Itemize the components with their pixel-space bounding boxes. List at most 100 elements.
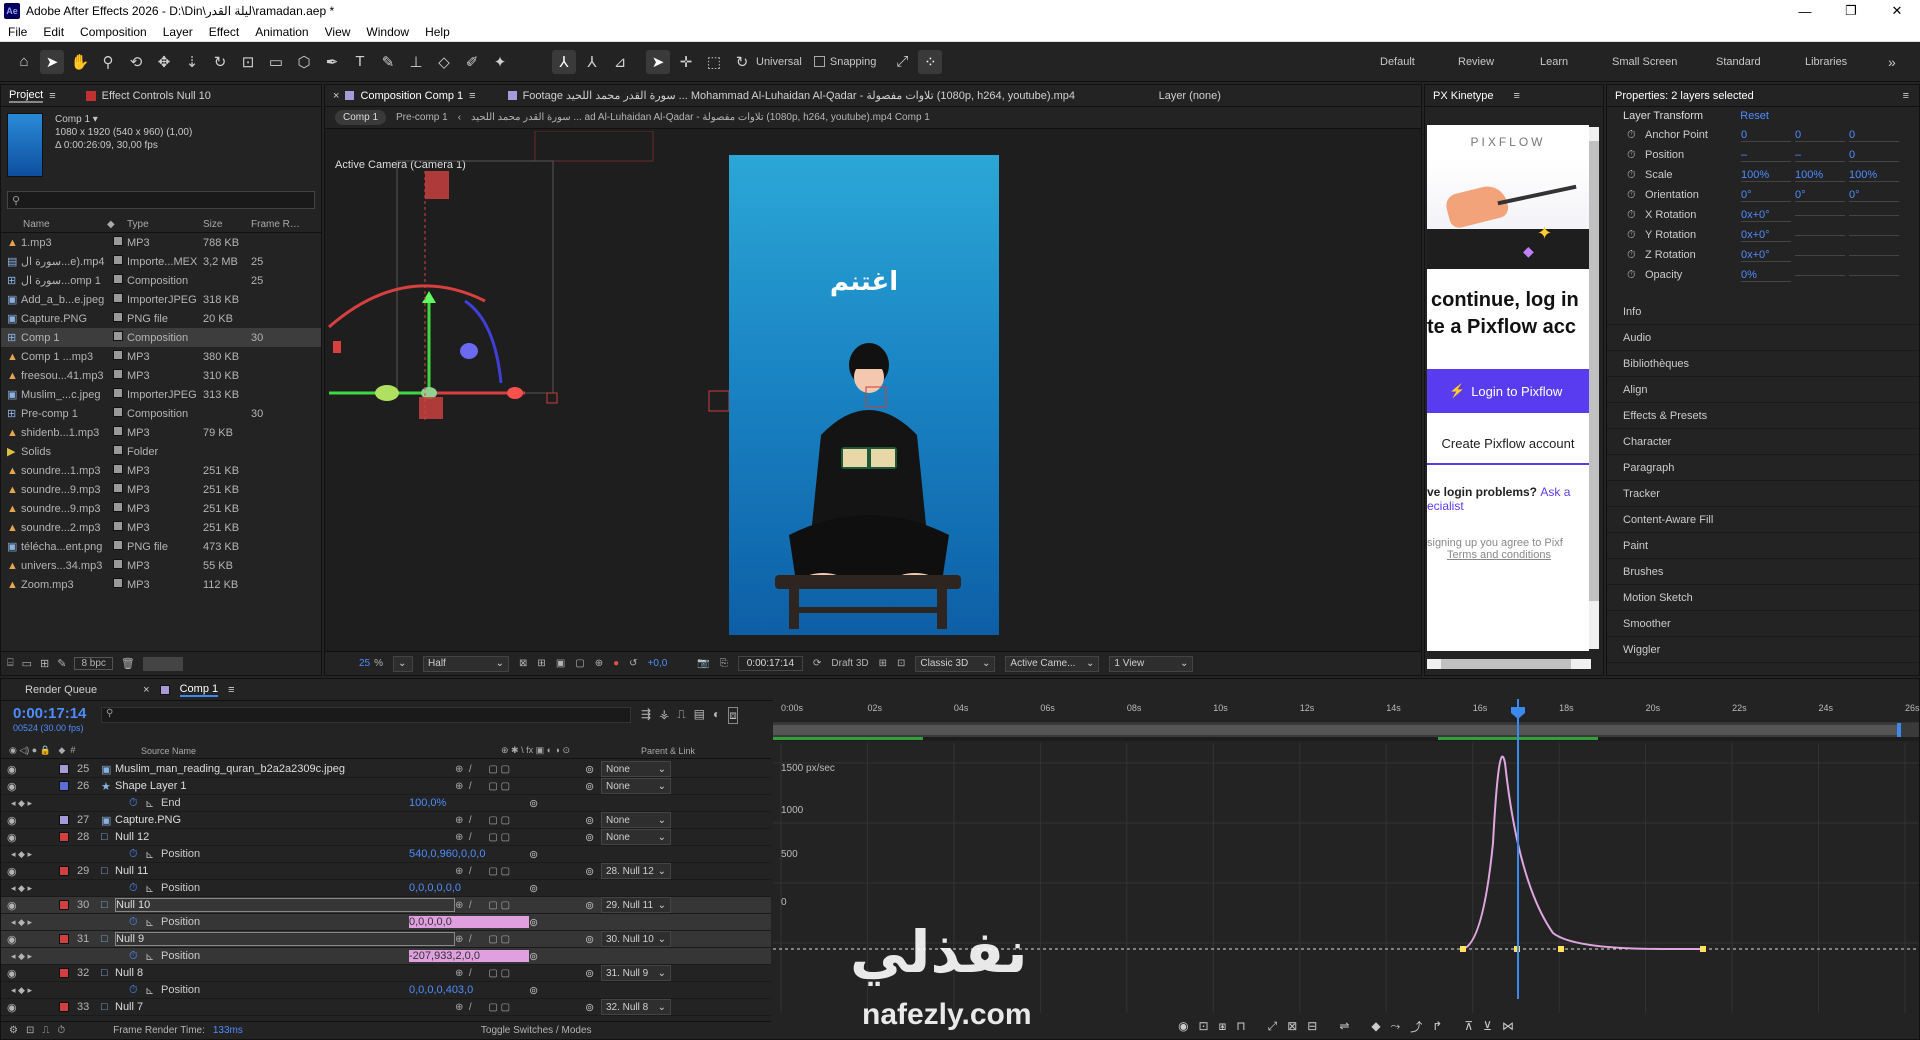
property-row[interactable]: ◂ ◆ ▸ ⏱ ⊾ Position 0,0,0,0,0 ⊚	[1, 914, 771, 931]
layer-switches[interactable]: ⊕ / ▢ ▢	[455, 866, 585, 877]
keyframe-nav-icon[interactable]: ◂ ◆ ▸	[1, 951, 59, 962]
layer-row[interactable]: ◉ 25 ▣ Muslim_man_reading_quran_b2a2a2309c.…	[1, 761, 771, 778]
layer-name[interactable]: Null 9	[115, 932, 455, 946]
separate-dimensions-icon[interactable]: ⊟	[1307, 1019, 1317, 1033]
show-transform-box-icon[interactable]: ⧆	[1219, 1019, 1227, 1034]
layer-row[interactable]: ◉ 30 □ Null 10 ⊕ / ▢ ▢ ⊚ 29. Null 11 ⌄	[1, 897, 771, 914]
fast-previews-icon[interactable]: ⊠	[519, 658, 527, 669]
zoom-tool-icon[interactable]: ⚲	[96, 50, 120, 74]
parent-dropdown[interactable]: 31. Null 9 ⌄	[601, 965, 671, 981]
timeline-current-time[interactable]: 0:00:17:14	[13, 705, 86, 722]
workspace-libraries[interactable]: Libraries	[1805, 42, 1847, 82]
project-item[interactable]: ⊞ سورة ال...omp 1 Composition 25	[1, 271, 321, 290]
project-item[interactable]: ⊞ Comp 1 Composition 30	[1, 328, 321, 347]
layer-switches[interactable]: ⊕ / ▢ ▢	[455, 1002, 585, 1013]
rectangle-tool-icon[interactable]: ▭	[264, 50, 288, 74]
tab-px-kinetype[interactable]: PX Kinetype	[1433, 90, 1494, 102]
layer-row[interactable]: ◉ 28 □ Null 12 ⊕ / ▢ ▢ ⊚ None ⌄	[1, 829, 771, 846]
tab-properties[interactable]: Properties: 2 layers selected	[1615, 90, 1754, 102]
transform-property-value[interactable]	[1849, 274, 1899, 276]
pick-whip-icon[interactable]: ⊚	[585, 814, 601, 827]
current-time-display[interactable]: 0:00:17:14	[737, 656, 804, 671]
pick-whip-icon[interactable]: ⊚	[585, 933, 601, 946]
project-item[interactable]: ▲ Zoom.mp3 MP3 112 KB	[1, 575, 321, 594]
new-comp-icon[interactable]: ⊞	[40, 657, 49, 670]
workspace-learn[interactable]: Learn	[1540, 42, 1568, 82]
login-to-pixflow-button[interactable]: ⚡ Login to Pixflow	[1427, 369, 1589, 413]
menu-layer[interactable]: Layer	[155, 25, 201, 39]
transform-property-value[interactable]	[1795, 254, 1845, 256]
stretch-icon[interactable]: ⏱	[57, 1025, 65, 1036]
stopwatch-icon[interactable]: ⏱	[129, 916, 145, 929]
property-row[interactable]: ◂ ◆ ▸ ⏱ ⊾ Position 540,0,960,0,0,0 ⊚	[1, 846, 771, 863]
project-item[interactable]: ▲ 1.mp3 MP3 788 KB	[1, 233, 321, 252]
universal-select-icon[interactable]: ➤	[646, 49, 670, 74]
layer-label-swatch[interactable]	[59, 832, 69, 842]
axis-local-icon[interactable]: ⅄	[552, 49, 576, 74]
menu-animation[interactable]: Animation	[247, 25, 316, 39]
panel-list-item[interactable]: Tracker	[1607, 481, 1919, 507]
keyframe-nav-icon[interactable]: ◂ ◆ ▸	[1, 985, 59, 996]
3d-ground-icon[interactable]: ⊞	[879, 658, 887, 669]
tab-layer[interactable]: Layer (none)	[1159, 90, 1221, 102]
motion-blur-icon[interactable]: ◐	[713, 707, 720, 724]
trash-icon[interactable]: 🗑	[121, 657, 135, 670]
stopwatch-icon[interactable]: ⏱	[129, 848, 145, 861]
layer-name[interactable]: Null 11	[115, 865, 455, 877]
stopwatch-icon[interactable]: ⏱	[129, 797, 145, 810]
crumb-comp-1[interactable]: Comp 1	[335, 110, 387, 125]
property-value[interactable]: 540,0,960,0,0,0	[409, 848, 529, 860]
transform-property-value[interactable]	[1795, 274, 1845, 276]
eraser-tool-icon[interactable]: ◇	[432, 50, 456, 74]
color-channels-icon[interactable]: ●	[613, 658, 619, 669]
auto-bezier-icon[interactable]: ⤴	[1410, 1018, 1422, 1035]
project-item[interactable]: ▲ shidenb...1.mp3 MP3 79 KB	[1, 423, 321, 442]
draft-3d-label[interactable]: Draft 3D	[831, 658, 868, 669]
menu-view[interactable]: View	[317, 25, 359, 39]
layer-name[interactable]: Null 7	[115, 1001, 455, 1013]
fit-selection-icon[interactable]: ⤢	[1268, 1019, 1278, 1034]
project-item[interactable]: ▲ univers...34.mp3 MP3 55 KB	[1, 556, 321, 575]
panel-list-item[interactable]: Bibliothèques	[1607, 351, 1919, 377]
pixflow-scrollbar[interactable]	[1589, 127, 1599, 649]
brush-tool-icon[interactable]: ✎	[376, 50, 400, 74]
graph-toggle-icon[interactable]: ⊾	[145, 797, 161, 810]
col-type[interactable]: Type	[127, 219, 203, 230]
tab-composition[interactable]: Composition Comp 1	[360, 90, 463, 102]
home-icon[interactable]: ⌂	[12, 50, 36, 74]
layer-row[interactable]: ◉ 29 □ Null 11 ⊕ / ▢ ▢ ⊚ 28. Null 12 ⌄	[1, 863, 771, 880]
transform-property-value[interactable]: 100%	[1795, 169, 1845, 182]
transform-property-value[interactable]	[1795, 214, 1845, 216]
reset-exposure-icon[interactable]: ↺	[629, 658, 637, 669]
draft-3d-icon[interactable]: ⟳	[813, 658, 821, 669]
comp-canvas[interactable]: اغتنم	[729, 155, 999, 635]
layer-label-swatch[interactable]	[59, 968, 69, 978]
property-value[interactable]: -207,933,2,0,0	[409, 950, 529, 962]
panel-list-item[interactable]: Align	[1607, 377, 1919, 403]
pick-whip-icon[interactable]: ⊚	[585, 899, 601, 912]
terms-link[interactable]: Terms and conditions	[1427, 549, 1589, 561]
in-out-icon[interactable]: ⎍	[42, 1025, 49, 1036]
timeline-search-field[interactable]: ⚲	[101, 707, 631, 723]
minimize-button[interactable]: —	[1782, 0, 1828, 22]
transform-property-value[interactable]	[1795, 234, 1845, 236]
playhead[interactable]	[1511, 699, 1525, 999]
keyframe-nav-icon[interactable]: ◂ ◆ ▸	[1, 883, 59, 894]
renderer-dropdown[interactable]: Classic 3D ⌄	[915, 655, 996, 672]
layer-row[interactable]: ◉ 33 □ Null 7 ⊕ / ▢ ▢ ⊚ 32. Null 8 ⌄	[1, 999, 771, 1016]
layer-switches[interactable]: ⊕ / ▢ ▢	[455, 815, 585, 826]
puppet-pin-icon[interactable]: ✦	[488, 50, 512, 74]
property-row[interactable]: ◂ ◆ ▸ ⏱ ⊾ Position 0,0,0,0,403,0 ⊚	[1, 982, 771, 999]
layer-switches[interactable]: ⊕ / ▢ ▢	[455, 934, 585, 945]
graph-toggle-icon[interactable]: ⊾	[145, 882, 161, 895]
tab-project[interactable]: Project	[9, 89, 44, 103]
property-value[interactable]: 0,0,0,0,0	[409, 916, 529, 928]
pick-whip-icon[interactable]: ⊚	[585, 967, 601, 980]
stopwatch-icon[interactable]: ⏱	[1627, 129, 1645, 142]
layer-switches[interactable]: ⊕ / ▢ ▢	[455, 764, 585, 775]
axis-world-icon[interactable]: ⅄	[580, 50, 604, 74]
transform-property-value[interactable]: 0	[1849, 129, 1899, 142]
transform-property-value[interactable]: 0	[1741, 129, 1791, 142]
zoom-value[interactable]: 25	[359, 658, 370, 669]
project-item[interactable]: ▤ سورة ال...e).mp4 Importe...MEX 3,2 MB 25	[1, 252, 321, 271]
